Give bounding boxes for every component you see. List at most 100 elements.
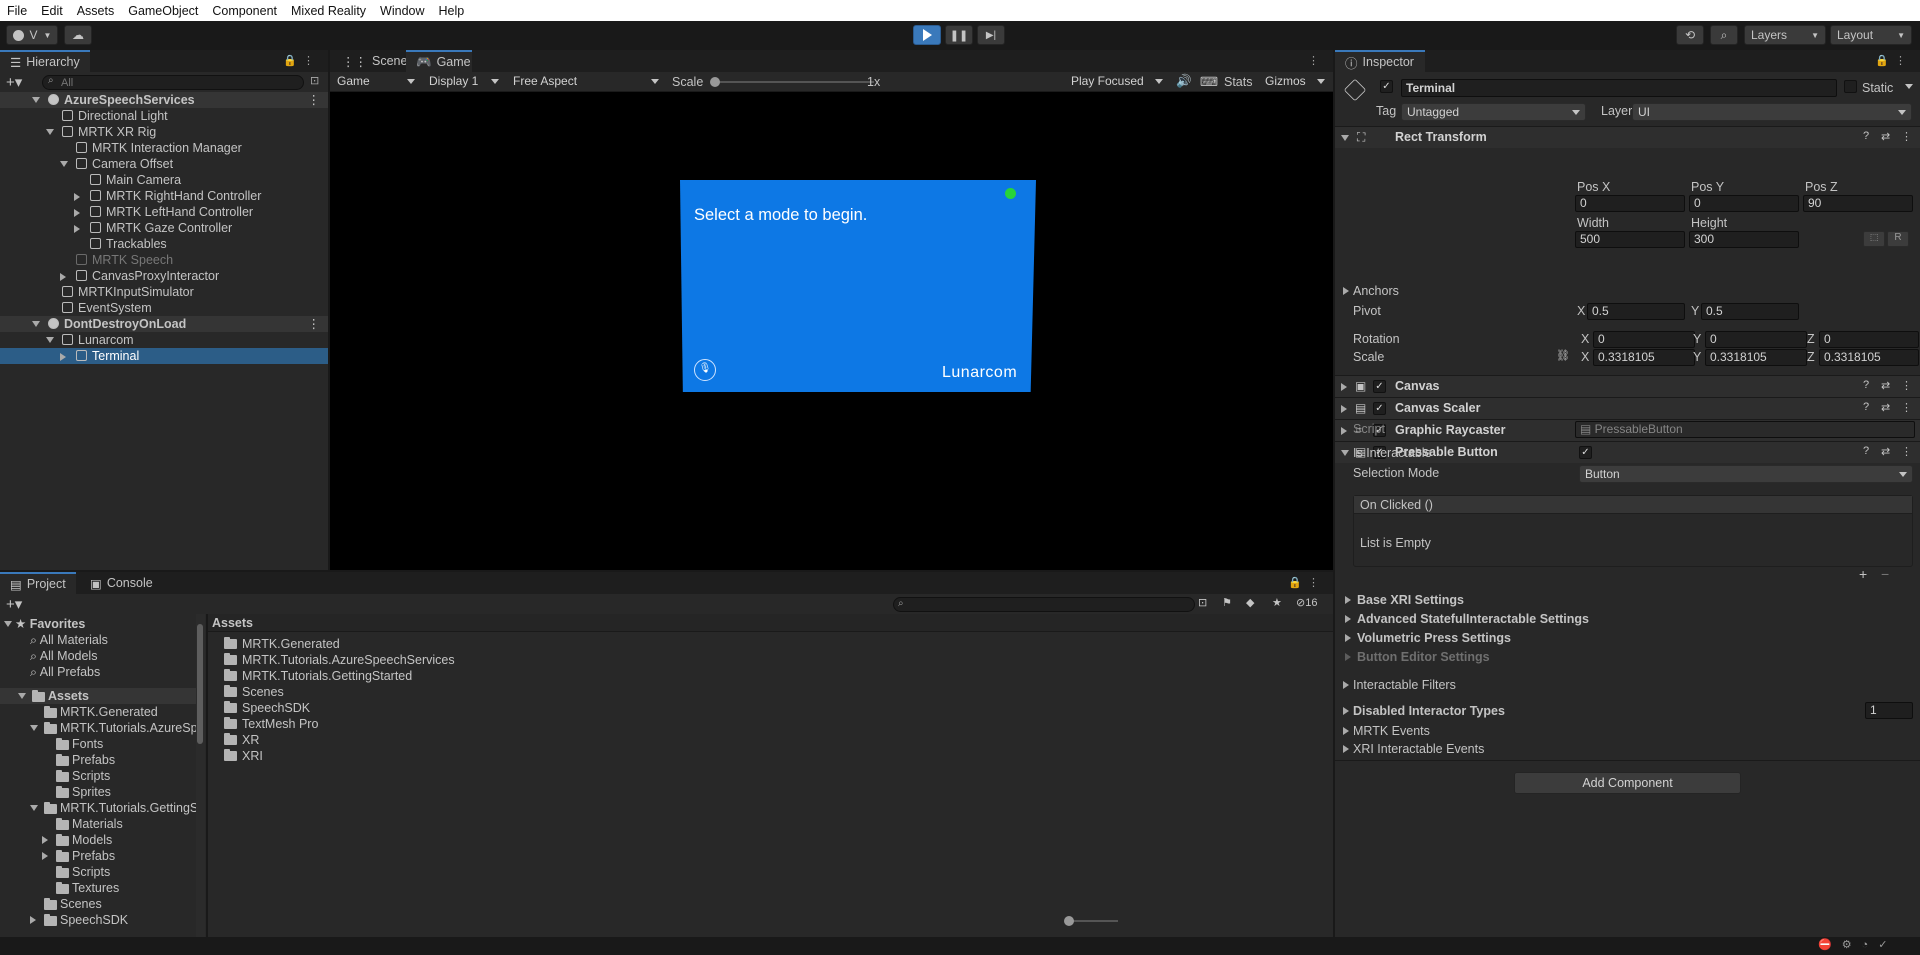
project-folder[interactable]: Scripts xyxy=(0,768,196,784)
scale-x-field[interactable]: 0.3318105 xyxy=(1593,349,1695,366)
panel-options-icon[interactable]: 🔒⋮ xyxy=(1288,576,1325,589)
project-folder[interactable]: MRTK.Generated xyxy=(0,704,196,720)
interactable-filters-foldout[interactable]: Interactable Filters xyxy=(1353,678,1456,692)
gizmos-dropdown[interactable]: Gizmos xyxy=(1260,73,1330,91)
hierarchy-search-input[interactable] xyxy=(42,75,304,90)
pos-z-field[interactable]: 90 xyxy=(1803,195,1913,212)
project-folder[interactable]: MRTK.Tutorials.AzureSpe xyxy=(0,720,196,736)
aspect-dropdown[interactable]: Free Aspect xyxy=(508,73,664,91)
hierarchy-item[interactable]: Terminal xyxy=(0,348,328,364)
add-component-button[interactable]: Add Component xyxy=(1514,772,1741,794)
static-checkbox[interactable] xyxy=(1844,80,1857,93)
menu-edit[interactable]: Edit xyxy=(34,4,70,18)
zoom-slider[interactable] xyxy=(1064,916,1118,926)
asset-folder[interactable]: MRTK.Tutorials.GettingStarted xyxy=(224,668,412,684)
section-foldout[interactable]: Base XRI Settings xyxy=(1357,593,1464,607)
asset-folder[interactable]: SpeechSDK xyxy=(224,700,310,716)
collapse-arrow-icon[interactable] xyxy=(74,193,80,201)
search-button[interactable]: ⌕ xyxy=(1710,25,1738,45)
display-dropdown[interactable]: Display 1 xyxy=(424,73,504,91)
pause-button[interactable]: ❚❚ xyxy=(945,25,973,45)
hidden-packages-icon[interactable]: ⊘16 xyxy=(1296,596,1317,609)
expand-arrow-icon[interactable] xyxy=(32,97,40,103)
hierarchy-item[interactable]: EventSystem xyxy=(0,300,328,316)
microphone-icon[interactable]: 🎙 xyxy=(694,359,716,381)
rect-transform-header[interactable]: ⛶ Rect Transform ? ⇄ ⋮ xyxy=(1335,126,1920,148)
menu-assets[interactable]: Assets xyxy=(70,4,122,18)
height-field[interactable]: 300 xyxy=(1689,231,1799,248)
play-focused-dropdown[interactable]: Play Focused xyxy=(1066,73,1168,91)
pos-y-field[interactable]: 0 xyxy=(1689,195,1799,212)
scale-z-field[interactable]: 0.3318105 xyxy=(1819,349,1919,366)
slider-handle[interactable] xyxy=(710,77,720,87)
hierarchy-item[interactable]: MRTK Speech xyxy=(0,252,328,268)
collapse-arrow-icon[interactable] xyxy=(74,225,80,233)
expand-arrow-icon[interactable] xyxy=(46,337,54,343)
more-icon[interactable]: ⋮ xyxy=(1901,445,1912,458)
menu-mixed-reality[interactable]: Mixed Reality xyxy=(284,4,373,18)
scale-y-field[interactable]: 0.3318105 xyxy=(1705,349,1807,366)
hierarchy-item[interactable]: Lunarcom xyxy=(0,332,328,348)
is-interactable-checkbox[interactable]: ✓ xyxy=(1579,446,1592,459)
panel-options-icon[interactable]: 🔒⋮ xyxy=(1875,54,1912,67)
settings-icon[interactable]: ⇄ xyxy=(1881,130,1890,143)
tab-game[interactable]: 🎮 Game xyxy=(406,50,472,72)
width-field[interactable]: 500 xyxy=(1575,231,1685,248)
add-icon[interactable]: +▾ xyxy=(6,73,22,91)
object-name-field[interactable]: Terminal xyxy=(1401,79,1837,97)
hierarchy-item[interactable]: MRTK LeftHand Controller xyxy=(0,204,328,220)
hierarchy-item[interactable]: CanvasProxyInteractor xyxy=(0,268,328,284)
tab-console[interactable]: ▣ Console xyxy=(80,572,160,594)
expand-arrow-icon[interactable] xyxy=(46,129,54,135)
panel-options-icon[interactable]: 🔒⋮ xyxy=(283,54,320,67)
expand-arrow-icon[interactable] xyxy=(30,805,38,811)
help-icon[interactable]: ? xyxy=(1863,379,1869,391)
settings-icon[interactable]: ⇄ xyxy=(1881,445,1890,458)
component-header-canvas-scaler[interactable]: ▤ ✓ Canvas Scaler? ⇄ ⋮ xyxy=(1335,397,1920,419)
cloud-button[interactable]: ☁ xyxy=(64,25,92,45)
settings-icon[interactable]: ⇄ xyxy=(1881,401,1890,414)
project-folder[interactable]: Sprites xyxy=(0,784,196,800)
collapse-arrow-icon[interactable] xyxy=(60,273,66,281)
menu-gameobject[interactable]: GameObject xyxy=(121,4,205,18)
collapse-arrow-icon[interactable] xyxy=(42,836,48,844)
project-folder[interactable]: Textures xyxy=(0,880,196,896)
help-icon[interactable]: ? xyxy=(1863,445,1869,457)
panel-options-icon[interactable]: ⋮ xyxy=(1308,54,1325,67)
game-mode-dropdown[interactable]: Game xyxy=(332,73,420,91)
raw-edit-button[interactable]: R xyxy=(1887,231,1909,247)
account-button[interactable]: V ▼ xyxy=(6,25,58,45)
component-enabled-checkbox[interactable]: ✓ xyxy=(1373,380,1386,393)
hierarchy-item[interactable]: Main Camera xyxy=(0,172,328,188)
menu-window[interactable]: Window xyxy=(373,4,431,18)
project-search-input[interactable]: ⌕ xyxy=(893,597,1195,612)
collapse-arrow-icon[interactable] xyxy=(74,209,80,217)
tab-project[interactable]: ▤ Project xyxy=(0,572,76,594)
filter-type-icon[interactable]: ⊡ xyxy=(1198,596,1207,609)
terminal-card[interactable]: Select a mode to begin. 🎙 Lunarcom xyxy=(680,180,1036,392)
rotation-y-field[interactable]: 0 xyxy=(1705,331,1807,348)
project-folder[interactable]: Models xyxy=(0,832,196,848)
layer-dropdown[interactable]: UI xyxy=(1632,103,1912,121)
disabled-types-count-field[interactable]: 1 xyxy=(1865,702,1913,719)
step-button[interactable]: ▶| xyxy=(977,25,1005,45)
project-folder[interactable]: Scripts xyxy=(0,864,196,880)
scale-slider[interactable] xyxy=(710,77,874,87)
mrtk-events-foldout[interactable]: MRTK Events xyxy=(1353,724,1430,738)
history-button[interactable]: ⟲ xyxy=(1676,25,1704,45)
help-icon[interactable]: ? xyxy=(1863,401,1869,413)
section-foldout[interactable]: Volumetric Press Settings xyxy=(1357,631,1511,645)
project-folder[interactable]: Fonts xyxy=(0,736,196,752)
remove-event-icon[interactable]: − xyxy=(1881,566,1889,582)
favorite-icon[interactable]: ★ xyxy=(1272,596,1282,609)
hierarchy-item[interactable]: MRTKInputSimulator xyxy=(0,284,328,300)
hierarchy-item[interactable]: MRTK RightHand Controller xyxy=(0,188,328,204)
section-foldout[interactable]: Advanced StatefulInteractable Settings xyxy=(1357,612,1589,626)
settings-icon[interactable]: ⇄ xyxy=(1881,379,1890,392)
asset-folder[interactable]: TextMesh Pro xyxy=(224,716,318,732)
more-icon[interactable]: ⋮ xyxy=(1901,130,1912,143)
scrollbar-thumb[interactable] xyxy=(197,624,203,744)
hierarchy-item[interactable]: MRTK Gaze Controller xyxy=(0,220,328,236)
tag-dropdown[interactable]: Untagged xyxy=(1401,103,1586,121)
scene-row[interactable]: AzureSpeechServices ⋮ xyxy=(0,92,328,108)
